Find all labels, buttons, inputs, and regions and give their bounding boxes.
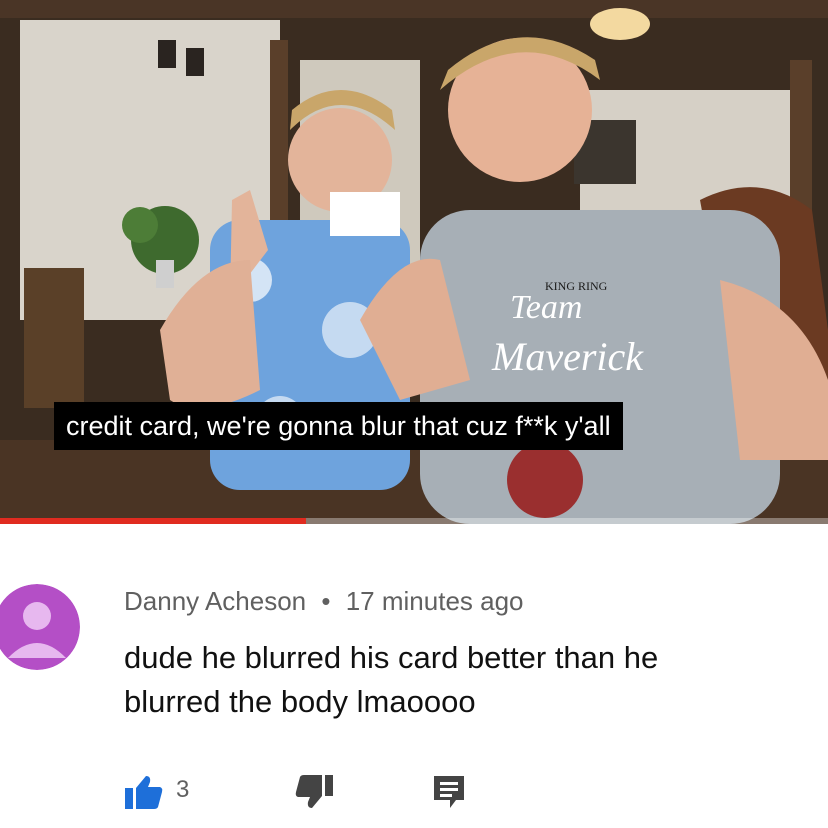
comment-author[interactable]: Danny Acheson: [124, 586, 306, 616]
comment-text-line: dude he blurred his card better than he: [124, 640, 659, 675]
avatar[interactable]: [0, 584, 80, 670]
video-player[interactable]: KING RING Team Maverick credit card, we'…: [0, 0, 828, 524]
thumbs-down-icon[interactable]: [294, 774, 334, 810]
video-subtitle: credit card, we're gonna blur that cuz f…: [54, 402, 623, 450]
like-count: 3: [176, 776, 190, 803]
comment-actions: 3: [124, 774, 524, 810]
comment-timestamp[interactable]: 17 minutes ago: [346, 586, 524, 616]
comment-meta: Danny Acheson • 17 minutes ago: [124, 586, 524, 617]
svg-text:Team: Team: [510, 289, 582, 326]
comment: Danny Acheson • 17 minutes ago dude he b…: [0, 524, 828, 828]
reply-icon[interactable]: [432, 774, 466, 810]
thumbs-up-icon[interactable]: [124, 774, 164, 810]
comment-text: dude he blurred his card better than he …: [124, 636, 804, 724]
avatar-icon: [0, 584, 80, 670]
meta-separator: •: [321, 586, 331, 616]
svg-text:Maverick: Maverick: [491, 334, 644, 379]
comment-text-line: blurred the body lmaoooo: [124, 684, 476, 719]
